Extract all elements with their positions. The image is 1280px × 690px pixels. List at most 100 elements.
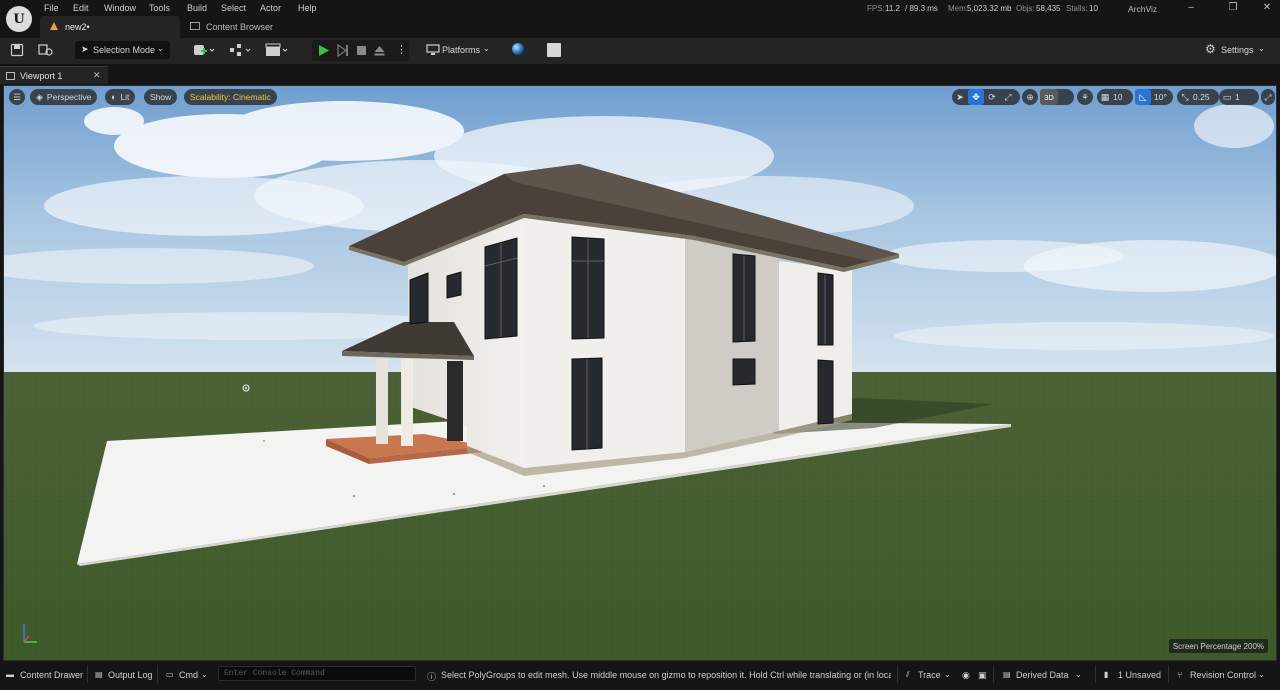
fps-value: 11.2 xyxy=(885,4,900,13)
unsaved-button[interactable]: 1 Unsaved xyxy=(1118,670,1161,680)
show-label: Show xyxy=(150,92,172,102)
menu-help[interactable]: Help xyxy=(298,3,317,13)
output-log-button[interactable]: Output Log xyxy=(108,670,153,680)
eject-icon[interactable] xyxy=(373,44,386,57)
camera-speed-group: ▭ 1 xyxy=(1219,89,1259,105)
right-wing-wall xyxy=(779,261,852,431)
maximize-viewport-icon[interactable]: ⤢ xyxy=(1261,89,1275,105)
material-sphere-icon[interactable] xyxy=(511,42,525,56)
unreal-logo-icon[interactable]: U xyxy=(6,6,32,32)
cursor-icon: ➤ xyxy=(81,44,89,54)
3d-toggle[interactable]: 3D xyxy=(1040,89,1058,105)
blueprint-icon[interactable] xyxy=(228,42,252,58)
record-icon[interactable]: ◉ xyxy=(962,670,970,681)
separator xyxy=(897,665,898,683)
chevron-down-icon: ⌄ xyxy=(483,44,490,53)
porch-column-right xyxy=(401,359,413,446)
world-space-icon[interactable]: ⊕ xyxy=(1022,89,1038,105)
play-options-icon[interactable]: ⋮ xyxy=(396,43,407,56)
console-input-box[interactable] xyxy=(218,666,416,681)
minimize-icon[interactable]: – xyxy=(1184,2,1198,14)
settings-dropdown[interactable]: ⚙ Settings ⌄ xyxy=(1200,41,1270,59)
screenshot-icon[interactable]: ▣ xyxy=(978,670,987,681)
stop-icon[interactable] xyxy=(356,45,367,56)
separator xyxy=(1168,665,1169,683)
gear-icon: ⚙ xyxy=(1205,42,1216,56)
show-dropdown[interactable]: Show xyxy=(144,89,178,105)
play-icon[interactable] xyxy=(318,44,330,57)
scale-snap-value[interactable]: 0.25 xyxy=(1193,92,1216,102)
camera-speed-value[interactable]: 1 xyxy=(1235,92,1246,102)
menu-build[interactable]: Build xyxy=(187,3,207,13)
rotation-snap-value[interactable]: 10° xyxy=(1151,92,1173,102)
level-viewport[interactable]: ☰ ◈ Perspective ◐ Lit Show Scalability: … xyxy=(3,85,1277,661)
rotation-snap-icon[interactable]: ◺ xyxy=(1135,89,1151,105)
menu-tools[interactable]: Tools xyxy=(149,3,170,13)
tower-wall xyxy=(685,236,779,452)
surface-snap-icon[interactable]: ⚘ xyxy=(1077,89,1093,105)
viewport-menu-icon[interactable]: ☰ xyxy=(9,89,25,105)
selection-mode-dropdown[interactable]: ➤ Selection Mode ⌄ xyxy=(75,41,170,59)
trace-dropdown[interactable]: Trace xyxy=(918,670,941,680)
platforms-dropdown[interactable]: Platforms ⌄ xyxy=(421,41,495,59)
menu-file[interactable]: File xyxy=(44,3,59,13)
chevron-down-icon[interactable]: ⌄ xyxy=(1258,670,1265,679)
menu-select[interactable]: Select xyxy=(221,3,246,13)
perspective-dropdown[interactable]: ◈ Perspective xyxy=(30,89,98,105)
perspective-label: Perspective xyxy=(46,92,92,102)
white-square-icon[interactable] xyxy=(547,43,561,57)
select-tool-icon[interactable]: ➤ xyxy=(952,89,968,105)
translate-tool-icon[interactable]: ✥ xyxy=(968,89,984,105)
grid-snap-value[interactable]: 10 xyxy=(1113,92,1128,102)
objs-value: 58,435 xyxy=(1036,4,1061,13)
frame-ms-value: / 89.3 ms xyxy=(905,4,938,13)
cmd-dropdown[interactable]: Cmd xyxy=(179,670,198,680)
browse-icon[interactable] xyxy=(38,43,54,57)
derived-data-icon: ▤ xyxy=(1003,670,1011,679)
content-drawer-button[interactable]: Content Drawer xyxy=(20,670,83,680)
front-door xyxy=(447,361,463,441)
content-browser-icon xyxy=(190,22,200,30)
console-input[interactable] xyxy=(219,667,415,680)
menu-window[interactable]: Window xyxy=(104,3,136,13)
platforms-label: Platforms xyxy=(442,45,481,55)
camera-speed-icon[interactable]: ▭ xyxy=(1219,89,1235,105)
add-actor-icon[interactable] xyxy=(192,42,216,58)
viewport-tab-strip xyxy=(0,64,1280,84)
cinematics-icon[interactable] xyxy=(264,42,290,58)
platforms-icon xyxy=(426,44,440,55)
scale-snap-icon[interactable]: ⤡ xyxy=(1177,89,1193,105)
lit-dropdown[interactable]: ◐ Lit xyxy=(105,89,136,105)
save-icon[interactable] xyxy=(10,43,24,57)
objs-label: Objs: xyxy=(1016,4,1035,13)
chevron-down-icon[interactable]: ⌄ xyxy=(201,670,208,679)
content-browser-tab[interactable]: Content Browser xyxy=(187,16,307,38)
trace-icon: ⫽ xyxy=(906,670,910,679)
revision-control-dropdown[interactable]: Revision Control xyxy=(1190,670,1256,680)
derived-data-dropdown[interactable]: Derived Data xyxy=(1016,670,1069,680)
mem-value: 5,023.32 mb xyxy=(967,4,1012,13)
rotate-tool-icon[interactable]: ⟳ xyxy=(984,89,1000,105)
step-icon[interactable] xyxy=(337,44,349,57)
scene-render xyxy=(4,86,1276,660)
scalability-warning[interactable]: Scalability: Cinematic xyxy=(184,89,277,105)
level-icon xyxy=(50,22,58,30)
viewport-1-tab[interactable]: Viewport 1 ✕ xyxy=(0,66,108,84)
close-icon[interactable]: ✕ xyxy=(1260,2,1274,14)
viewport-icon xyxy=(6,72,15,80)
scale-tool-icon[interactable]: ⤢ xyxy=(1000,89,1016,105)
chevron-down-icon[interactable]: ⌄ xyxy=(1075,670,1082,679)
project-name: ArchViz xyxy=(1128,4,1158,14)
menu-edit[interactable]: Edit xyxy=(73,3,89,13)
surface-snap-toggle: 3D xyxy=(1040,89,1074,105)
stalls-label: Stalls: xyxy=(1066,4,1088,13)
level-tab[interactable]: new2• xyxy=(40,16,180,38)
separator xyxy=(993,665,994,683)
restore-icon[interactable]: ❐ xyxy=(1226,2,1240,14)
grid-snap-icon[interactable]: ▦ xyxy=(1097,89,1113,105)
rotation-snap-group: ◺ 10° xyxy=(1135,89,1173,105)
close-tab-icon[interactable]: ✕ xyxy=(93,70,101,81)
chevron-down-icon[interactable]: ⌄ xyxy=(944,670,951,679)
menu-actor[interactable]: Actor xyxy=(260,3,281,13)
screen-percentage-readout: Screen Percentage 200% xyxy=(1168,639,1268,653)
